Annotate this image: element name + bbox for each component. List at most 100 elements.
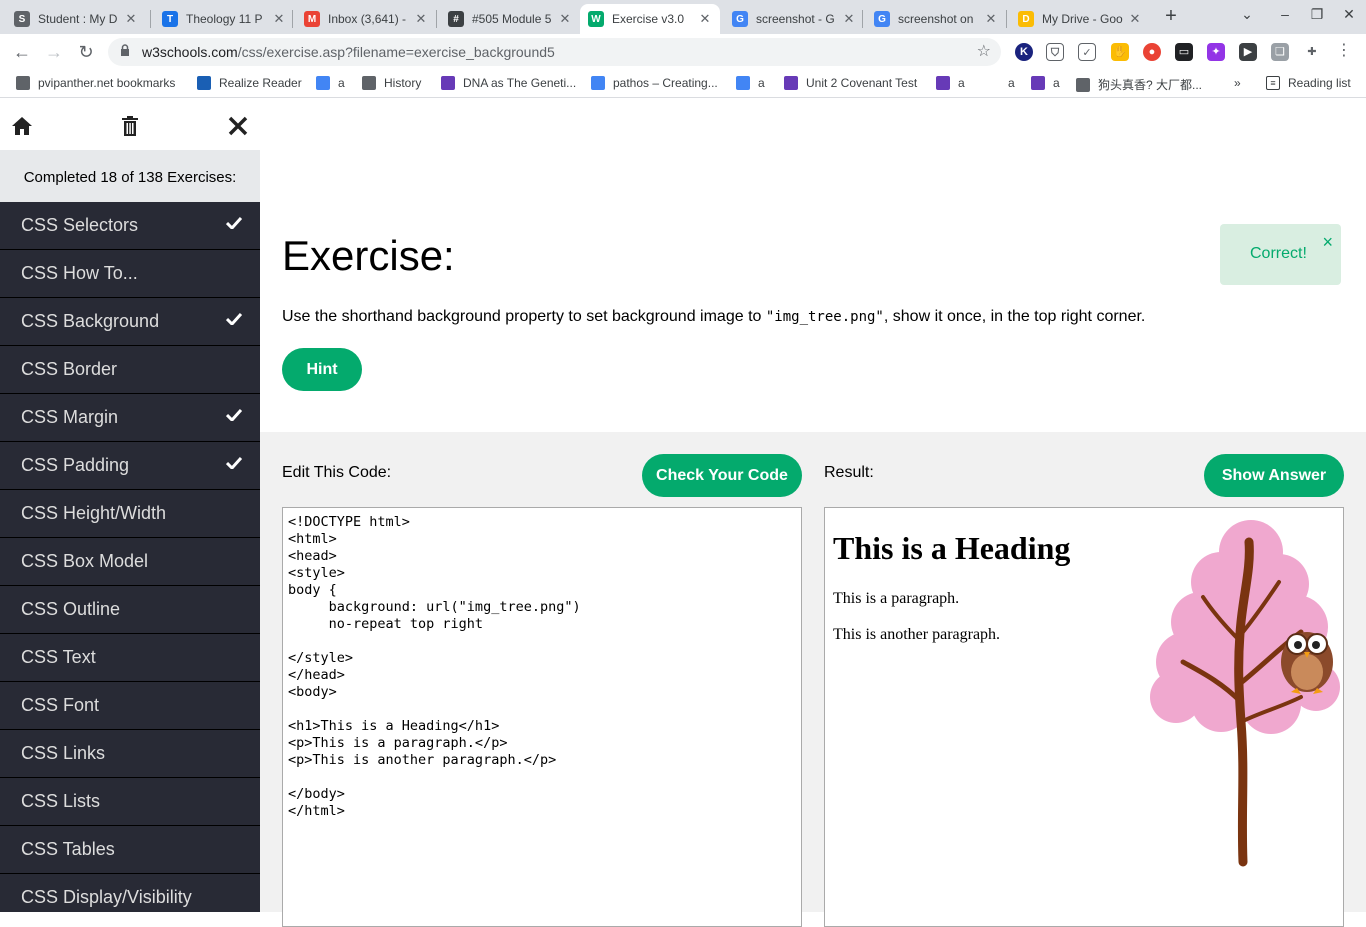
bookmark-item[interactable]: Unit 2 Covenant Test [784, 76, 917, 90]
copy-extension-icon[interactable]: ❏ [1271, 43, 1289, 61]
browser-tab[interactable]: Gscreenshot on ✕ [866, 4, 1006, 34]
back-icon[interactable]: ← [10, 40, 34, 64]
address-bar[interactable]: w3schools.com/css/exercise.asp?filename=… [108, 38, 1001, 66]
browser-toolbar: ← → ↻ w3schools.com/css/exercise.asp?fil… [0, 34, 1366, 70]
sidebar-item-css-padding[interactable]: CSS Padding [0, 442, 260, 490]
tab-title: Theology 11 P [186, 12, 263, 26]
bookmark-item[interactable]: a [736, 76, 765, 90]
edpuzzle-extension-icon[interactable]: ▶ [1239, 43, 1257, 61]
browser-menu-icon[interactable]: ⋮ [1336, 40, 1352, 60]
k-extension-icon[interactable]: K [1015, 43, 1033, 61]
bookmark-icon [316, 76, 330, 90]
reading-list-button[interactable]: ≡ Reading list [1266, 76, 1351, 90]
edit-label: Edit This Code: [282, 464, 392, 481]
tab-close-icon[interactable]: ✕ [698, 11, 712, 27]
close-icon[interactable] [226, 114, 250, 138]
bookmark-item[interactable]: Realize Reader [197, 76, 302, 90]
checkmark-icon [226, 409, 242, 421]
browser-tab[interactable]: W Exercise v3.0 ✕ [580, 4, 720, 34]
bookmark-icon [736, 76, 750, 90]
sidebar-item-css-lists[interactable]: CSS Lists [0, 778, 260, 826]
bookmark-item[interactable]: History [362, 76, 421, 90]
bookmark-item[interactable]: 狗头真香? 大厂都... [1076, 76, 1202, 93]
forward-icon[interactable]: → [42, 40, 66, 64]
sidebar-item-css-background[interactable]: CSS Background [0, 298, 260, 346]
bookmark-item[interactable]: a [316, 76, 345, 90]
tree-image [1150, 520, 1340, 867]
tab-favicon-icon: T [162, 11, 178, 27]
hand-extension-icon[interactable]: ✋ [1111, 43, 1129, 61]
bookmark-item[interactable]: pathos – Creating... [591, 76, 718, 90]
tab-close-icon[interactable]: ✕ [842, 11, 856, 27]
bookmark-item[interactable]: a [936, 76, 965, 90]
sidebar-item-css-outline[interactable]: CSS Outline [0, 586, 260, 634]
extensions-puzzle-icon[interactable]: ✚ [1303, 43, 1321, 61]
browser-tab[interactable]: S Student : My D ✕ [6, 4, 146, 34]
reload-icon[interactable]: ↻ [74, 40, 98, 64]
close-window-icon[interactable]: ✕ [1340, 6, 1358, 23]
browser-tab[interactable]: # #505 Module 5 ✕ [440, 4, 580, 34]
record-extension-icon[interactable]: ● [1143, 43, 1161, 61]
bookmark-icon [1076, 77, 1090, 92]
exercise-description: Use the shorthand background property to… [282, 308, 1145, 326]
browser-tab[interactable]: Gscreenshot - G ✕ [724, 4, 864, 34]
sidebar-item-label: CSS How To... [21, 263, 138, 283]
shield-extension-icon[interactable]: ⛉ [1046, 43, 1064, 61]
screen-extension-icon[interactable]: ▭ [1175, 43, 1193, 61]
checkmark-icon [226, 217, 242, 229]
minimize-icon[interactable]: – [1276, 6, 1294, 22]
tab-close-icon[interactable]: ✕ [272, 11, 286, 27]
new-tab-button[interactable]: + [1160, 5, 1182, 27]
bookmark-label: History [384, 76, 422, 90]
tab-favicon-icon: W [588, 11, 604, 27]
sidebar-item-css-font[interactable]: CSS Font [0, 682, 260, 730]
check-code-button[interactable]: Check Your Code [642, 454, 802, 497]
tab-close-icon[interactable]: ✕ [124, 11, 138, 27]
tab-title: Inbox (3,641) - [328, 12, 407, 26]
bookmark-star-icon[interactable]: ☆ [977, 41, 991, 61]
tab-separator [436, 10, 437, 28]
result-heading: This is a Heading [833, 530, 1071, 566]
bookmark-item[interactable]: DNA as The Geneti... [441, 76, 576, 90]
sidebar-item-css-margin[interactable]: CSS Margin [0, 394, 260, 442]
bookmarks-overflow-icon[interactable]: » [1234, 76, 1241, 90]
sidebar-item-css-display-visibility[interactable]: CSS Display/Visibility [0, 874, 260, 912]
hint-button[interactable]: Hint [282, 348, 362, 391]
trash-icon[interactable] [118, 114, 142, 138]
browser-tab[interactable]: D My Drive - Goo ✕ [1010, 4, 1150, 34]
tab-search-icon[interactable]: ⌄ [1238, 6, 1256, 23]
bookmarks-more-label: » [1234, 76, 1241, 90]
sidebar-item-css-box-model[interactable]: CSS Box Model [0, 538, 260, 586]
bookmark-item[interactable]: pvipanther.net bookmarks [16, 76, 175, 90]
sidebar-item-css-how-to[interactable]: CSS How To... [0, 250, 260, 298]
code-editor[interactable]: <!DOCTYPE html> <html> <head> <style> bo… [282, 507, 802, 927]
sidebar-item-css-tables[interactable]: CSS Tables [0, 826, 260, 874]
browser-tab[interactable]: T Theology 11 P ✕ [154, 4, 294, 34]
browser-tab[interactable]: M Inbox (3,641) - ✕ [296, 4, 436, 34]
shield-check-extension-icon[interactable]: ✓ [1078, 43, 1096, 61]
tab-title: Student : My D [38, 12, 118, 26]
page: Completed 18 of 138 Exercises: CSS Selec… [0, 102, 1366, 927]
tab-title: #505 Module 5 [472, 12, 552, 26]
bookmark-icon [591, 76, 605, 90]
home-icon[interactable] [10, 114, 34, 138]
sidebar-toolbar [0, 102, 260, 150]
sidebar-item-css-border[interactable]: CSS Border [0, 346, 260, 394]
sidebar-item-css-height-width[interactable]: CSS Height/Width [0, 490, 260, 538]
sidebar-item-label: CSS Outline [21, 599, 121, 619]
sidebar-item-label: CSS Height/Width [21, 503, 167, 523]
puzzle-purple-extension-icon[interactable]: ✦ [1207, 43, 1225, 61]
bookmark-item[interactable]: a [986, 76, 1015, 90]
close-toast-icon[interactable]: × [1322, 232, 1333, 253]
bookmark-item[interactable]: a [1031, 76, 1060, 90]
tab-close-icon[interactable]: ✕ [984, 11, 998, 27]
tab-separator [292, 10, 293, 28]
tab-close-icon[interactable]: ✕ [414, 11, 428, 27]
sidebar-item-css-links[interactable]: CSS Links [0, 730, 260, 778]
sidebar-item-css-text[interactable]: CSS Text [0, 634, 260, 682]
show-answer-button[interactable]: Show Answer [1204, 454, 1344, 497]
sidebar-item-css-selectors[interactable]: CSS Selectors [0, 202, 260, 250]
restore-icon[interactable]: ❐ [1308, 6, 1326, 23]
tab-close-icon[interactable]: ✕ [558, 11, 572, 27]
tab-close-icon[interactable]: ✕ [1128, 11, 1142, 27]
